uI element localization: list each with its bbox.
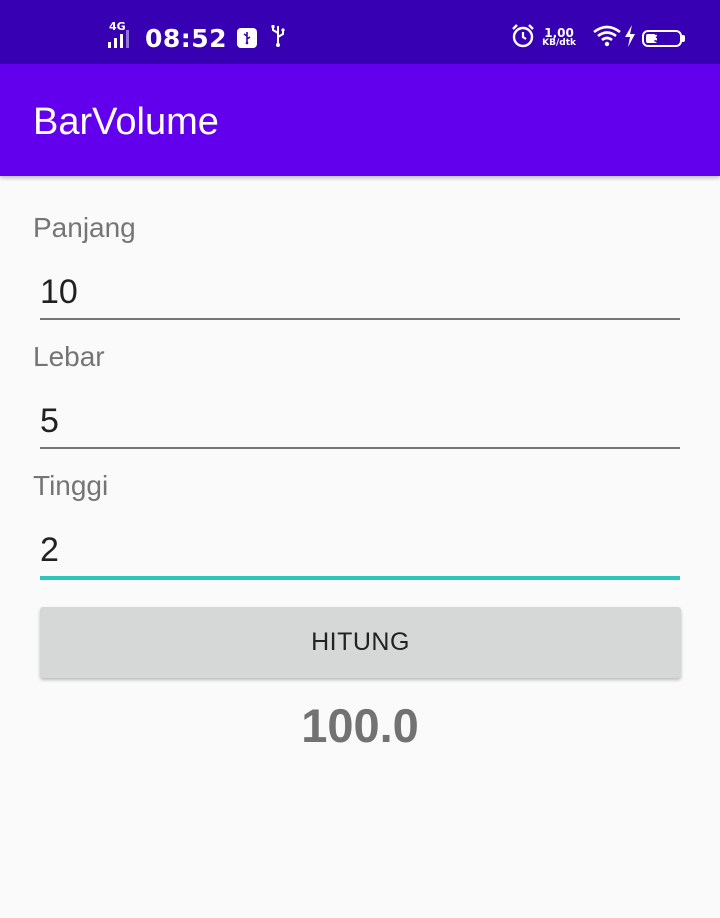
app-bar: BarVolume xyxy=(0,64,720,176)
tinggi-input[interactable] xyxy=(40,528,680,572)
panjang-label: Panjang xyxy=(33,212,136,243)
alarm-icon xyxy=(510,23,536,54)
network-speed: 1,00 KB/dtk xyxy=(542,26,576,48)
status-bar-right: 1,00 KB/dtk 34 xyxy=(510,22,685,54)
app-title: BarVolume xyxy=(33,101,219,143)
panjang-input[interactable] xyxy=(40,270,680,314)
status-bar: 4G 08:52 1,00 KB/dtk 34 xyxy=(0,0,720,64)
tinggi-underline-focused xyxy=(40,576,680,580)
status-time: 08:52 xyxy=(145,23,228,53)
network-speed-unit: KB/dtk xyxy=(542,38,576,48)
charging-icon xyxy=(622,24,638,53)
lebar-underline xyxy=(40,447,680,449)
battery-icon: 34 xyxy=(642,29,685,47)
usb-icon xyxy=(269,24,287,53)
lebar-label: Lebar xyxy=(33,341,105,372)
hitung-button[interactable]: HITUNG xyxy=(40,607,681,678)
battery-percentage: 34 xyxy=(653,30,671,45)
cellular-signal-icon: 4G xyxy=(107,20,139,52)
panjang-underline xyxy=(40,318,680,320)
wifi-icon xyxy=(592,24,622,53)
network-speed-value: 1,00 xyxy=(544,26,574,40)
lebar-input[interactable] xyxy=(40,399,680,443)
tinggi-label: Tinggi xyxy=(33,470,109,501)
usb-debug-icon xyxy=(237,28,258,48)
status-bar-left: 4G 08:52 xyxy=(107,20,287,54)
result-value: 100.0 xyxy=(301,699,419,752)
